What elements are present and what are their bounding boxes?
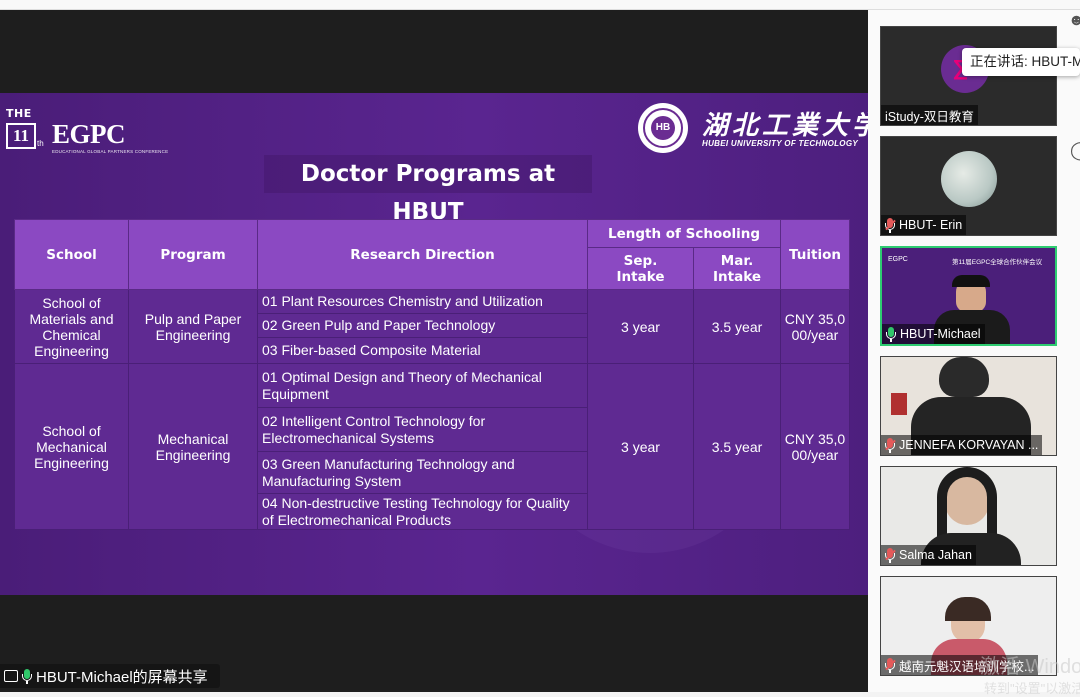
share-label-text: HBUT-Michael的屏幕共享 <box>36 668 208 686</box>
microphone-icon <box>886 326 896 342</box>
logo-edition-suffix: th <box>37 139 44 148</box>
cell-research-direction: 03 Green Manufacturing Technology and Ma… <box>257 451 588 494</box>
participant-tile[interactable]: HBUT- Erin <box>880 136 1057 236</box>
university-name-cn: 湖北工業大学 <box>702 111 868 141</box>
logo-edition: 11 <box>6 123 36 149</box>
header-program: Program <box>128 219 258 290</box>
cell-school: School of Materials and Chemical Enginee… <box>14 289 129 364</box>
muted-microphone-icon <box>885 217 895 233</box>
cell-program: Mechanical Engineering <box>128 363 258 530</box>
muted-microphone-icon <box>885 547 895 563</box>
os-activation-watermark-sub: 转到"设置"以激活 <box>984 681 1080 696</box>
video-background-object <box>891 393 907 415</box>
video-person-head <box>939 357 989 397</box>
header-sep-intake: Sep. Intake <box>587 247 694 290</box>
header-school: School <box>14 219 129 290</box>
cell-research-direction: 02 Green Pulp and Paper Technology <box>257 313 588 338</box>
cell-program: Pulp and Paper Engineering <box>128 289 258 364</box>
header-mar-intake: Mar. Intake <box>693 247 781 290</box>
cell-research-direction: 01 Optimal Design and Theory of Mechanic… <box>257 363 588 408</box>
university-name-en: HUBEI UNIVERSITY OF TECHNOLOGY <box>702 139 858 148</box>
video-person-hair <box>952 275 990 287</box>
muted-microphone-icon <box>885 657 895 673</box>
header-length-of-schooling: Length of Schooling <box>587 219 781 248</box>
participant-name: HBUT-Michael <box>882 324 985 344</box>
cell-tuition: CNY 35,000/year <box>780 363 850 530</box>
chat-icon[interactable]: ◯ <box>1070 140 1080 161</box>
programs-table: School Program Research Direction Length… <box>14 219 850 530</box>
participant-tile-active[interactable]: EGPC 第11届EGPC全球合作伙伴会议 HBUT-Michael <box>880 246 1057 346</box>
muted-microphone-icon <box>885 437 895 453</box>
participant-name: HBUT- Erin <box>881 215 967 235</box>
university-seal-icon: HB <box>638 103 688 153</box>
cell-sep-intake: 3 year <box>587 363 694 530</box>
meeting-app: THE 11 th EGPC EDUCATIONAL GLOBAL PARTNE… <box>0 0 1080 696</box>
cell-sep-intake: 3 year <box>587 289 694 364</box>
header-research-direction: Research Direction <box>257 219 588 290</box>
logo-the-text: THE <box>6 107 32 120</box>
os-activation-watermark: 激活 Windows <box>980 656 1080 678</box>
screen-share-label[interactable]: HBUT-Michael的屏幕共享 <box>0 664 220 688</box>
video-person-hair <box>945 597 991 621</box>
cell-mar-intake: 3.5 year <box>693 289 781 364</box>
person-icon[interactable]: ☻ <box>1068 12 1080 30</box>
participant-tile[interactable]: JENNEFA KORVAYAN ... <box>880 356 1057 456</box>
microphone-icon <box>22 668 32 684</box>
participant-name: JENNEFA KORVAYAN ... <box>881 435 1043 455</box>
shared-slide: THE 11 th EGPC EDUCATIONAL GLOBAL PARTNE… <box>0 93 868 595</box>
participant-name: Salma Jahan <box>881 545 976 565</box>
screen-share-icon <box>4 670 18 682</box>
cell-school: School of Mechanical Engineering <box>14 363 129 530</box>
avatar <box>941 151 997 207</box>
logo-egpc: EGPC <box>52 119 126 149</box>
cell-mar-intake: 3.5 year <box>693 363 781 530</box>
cell-research-direction: 02 Intelligent Control Technology for El… <box>257 407 588 452</box>
table-row: School of Materials and Chemical Enginee… <box>14 289 850 364</box>
cell-research-direction: 03 Fiber-based Composite Material <box>257 337 588 364</box>
cell-tuition: CNY 35,000/year <box>780 289 850 364</box>
participant-tile[interactable]: ∑ iStudy-双日教育 <box>880 26 1057 126</box>
cell-research-direction: 04 Non-destructive Testing Technology fo… <box>257 493 588 530</box>
participant-tile[interactable]: Salma Jahan <box>880 466 1057 566</box>
header-tuition: Tuition <box>780 219 850 290</box>
participant-name: iStudy-双日教育 <box>881 105 978 125</box>
video-slide-text: 第11届EGPC全球合作伙伴会议 <box>952 259 1043 266</box>
table-row: School of Mechanical Engineering Mechani… <box>14 363 850 530</box>
video-slide-logo: EGPC <box>888 256 908 263</box>
top-bar <box>0 0 1080 10</box>
cell-research-direction: 01 Plant Resources Chemistry and Utiliza… <box>257 289 588 314</box>
speaking-indicator: 正在讲话: HBUT-Michael <box>962 48 1080 76</box>
egpc-logo: THE 11 th EGPC EDUCATIONAL GLOBAL PARTNE… <box>6 107 168 154</box>
logo-egpc-subtitle: EDUCATIONAL GLOBAL PARTNERS CONFERENCE <box>52 149 169 154</box>
slide-title: Doctor Programs at HBUT <box>264 155 592 225</box>
